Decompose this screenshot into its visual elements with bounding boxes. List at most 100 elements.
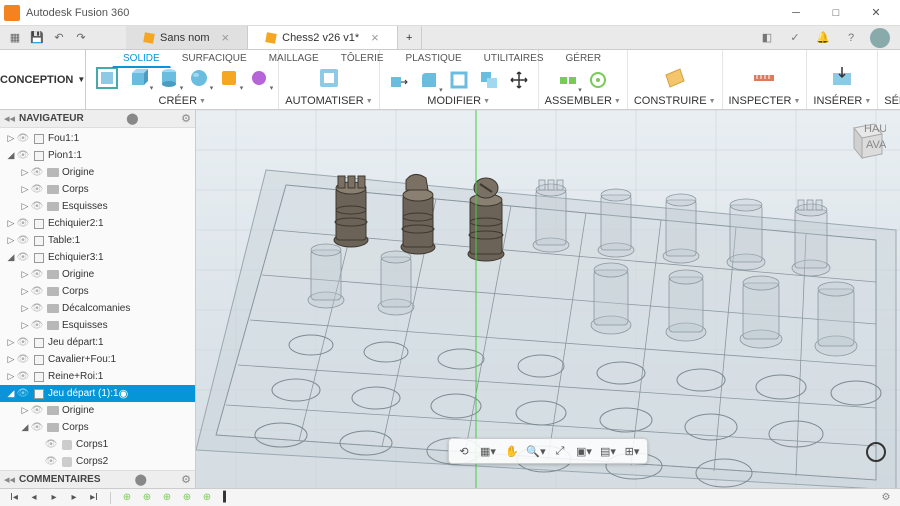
expand-icon[interactable]: ▷: [6, 354, 16, 365]
tree-row[interactable]: ▷👁Corps: [0, 283, 195, 300]
visibility-icon[interactable]: 👁: [30, 201, 44, 212]
group-label-inserer[interactable]: INSÉRER▼: [813, 93, 871, 109]
ribbon-tab-tolerie[interactable]: TÔLERIE: [330, 50, 395, 68]
visibility-icon[interactable]: 👁: [30, 184, 44, 195]
visibility-icon[interactable]: 👁: [16, 150, 30, 161]
visibility-icon[interactable]: 👁: [16, 354, 30, 365]
expand-icon[interactable]: ▷: [20, 167, 30, 178]
visibility-icon[interactable]: 👁: [16, 133, 30, 144]
visibility-icon[interactable]: 👁: [30, 405, 44, 416]
tree-row[interactable]: ▷👁Fou1:1: [0, 130, 195, 147]
visibility-icon[interactable]: 👁: [16, 218, 30, 229]
tree-row[interactable]: ▷👁Cavalier+Fou:1: [0, 351, 195, 368]
group-label-automatiser[interactable]: AUTOMATISER▼: [285, 93, 372, 109]
coil-button[interactable]: ▾: [246, 65, 272, 91]
visibility-icon[interactable]: 👁: [16, 235, 30, 246]
tree-row[interactable]: ▷👁Esquisses: [0, 198, 195, 215]
tree-row[interactable]: ▷👁Reine+Roi:1: [0, 368, 195, 385]
timeline-start-button[interactable]: I◂: [6, 491, 22, 505]
help-icon[interactable]: ?: [842, 29, 860, 47]
orbit-icon[interactable]: ⟲: [453, 441, 475, 461]
timeline-play-button[interactable]: ▸: [46, 491, 62, 505]
timeline-marker[interactable]: ▍: [219, 491, 235, 505]
close-tab-icon[interactable]: ×: [371, 30, 379, 45]
timeline-forward-button[interactable]: ▸: [66, 491, 82, 505]
comments-header[interactable]: ◂◂ COMMENTAIRES ⬤ ⚙: [0, 470, 195, 488]
visibility-icon[interactable]: 👁: [44, 439, 58, 450]
group-label-creer[interactable]: CRÉER▼: [159, 93, 206, 109]
look-icon[interactable]: ▦▾: [477, 441, 499, 461]
timeline-feature-2[interactable]: ⊕: [139, 491, 155, 505]
expand-icon[interactable]: ▷: [20, 184, 30, 195]
insert-button[interactable]: [827, 63, 857, 93]
ribbon-tab-gerer[interactable]: GÉRER: [555, 50, 613, 68]
tree-row[interactable]: ▷👁Echiquier2:1: [0, 215, 195, 232]
measure-button[interactable]: [749, 63, 779, 93]
expand-icon[interactable]: ▷: [20, 286, 30, 297]
group-label-selectionner[interactable]: SÉLECTIONNER▼: [884, 93, 900, 109]
new-tab-button[interactable]: +: [398, 26, 422, 49]
group-label-assembler[interactable]: ASSEMBLER▼: [545, 93, 621, 109]
document-tab-chess[interactable]: Chess2 v26 v1* ×: [248, 26, 398, 49]
visibility-icon[interactable]: 👁: [16, 388, 30, 399]
expand-icon[interactable]: ▷: [6, 218, 16, 229]
tree-row[interactable]: ▷👁Esquisses: [0, 317, 195, 334]
expand-icon[interactable]: ▷: [20, 269, 30, 280]
tree-row[interactable]: ◢👁Echiquier3:1: [0, 249, 195, 266]
expand-icon[interactable]: ▷: [6, 337, 16, 348]
tree-row[interactable]: ▷👁Table:1: [0, 232, 195, 249]
fit-icon[interactable]: ⤢: [549, 441, 571, 461]
workspace-switcher[interactable]: CONCEPTION▼: [0, 50, 86, 109]
visibility-icon[interactable]: 👁: [44, 456, 58, 467]
timeline-feature-4[interactable]: ⊕: [179, 491, 195, 505]
expand-icon[interactable]: ▷: [6, 371, 16, 382]
ribbon-tab-solide[interactable]: SOLIDE: [112, 50, 171, 68]
tree-row[interactable]: ◢👁Jeu départ (1):1 ◉: [0, 385, 195, 402]
as-built-joint-button[interactable]: [585, 67, 611, 93]
visibility-icon[interactable]: 👁: [30, 320, 44, 331]
expand-icon[interactable]: ◢: [6, 150, 16, 161]
expand-icon[interactable]: ◢: [6, 388, 16, 399]
tree-row[interactable]: ▷👁Origine: [0, 164, 195, 181]
viewport-icon[interactable]: ⊞▾: [621, 441, 643, 461]
maximize-button[interactable]: □: [816, 0, 856, 26]
pan-icon[interactable]: ✋: [501, 441, 523, 461]
expand-icon[interactable]: ▷: [20, 320, 30, 331]
document-tab-unsaved[interactable]: Sans nom ×: [126, 26, 248, 49]
timeline-feature-5[interactable]: ⊕: [199, 491, 215, 505]
group-label-modifier[interactable]: MODIFIER▼: [427, 93, 490, 109]
visibility-icon[interactable]: 👁: [30, 422, 44, 433]
visibility-icon[interactable]: 👁: [16, 337, 30, 348]
sphere-button[interactable]: ▾: [186, 65, 212, 91]
tree-row[interactable]: ◢👁Corps: [0, 419, 195, 436]
press-pull-button[interactable]: [386, 67, 412, 93]
model-canvas[interactable]: [196, 110, 900, 488]
display-icon[interactable]: ▣▾: [573, 441, 595, 461]
comments-gear-icon[interactable]: ⚙: [181, 473, 191, 486]
timeline-feature-3[interactable]: ⊕: [159, 491, 175, 505]
group-label-inspecter[interactable]: INSPECTER▼: [729, 93, 801, 109]
viewport[interactable]: HAUT AVANT ⟲ ▦▾ ✋ 🔍▾ ⤢ ▣▾ ▤▾ ⊞▾: [196, 110, 900, 488]
visibility-icon[interactable]: 👁: [30, 269, 44, 280]
redo-icon[interactable]: ↷: [72, 29, 90, 47]
timeline-feature-1[interactable]: ⊕: [119, 491, 135, 505]
expand-icon[interactable]: ◢: [20, 422, 30, 433]
timeline-settings-icon[interactable]: ⚙: [878, 491, 894, 505]
ribbon-tab-plastique[interactable]: PLASTIQUE: [395, 50, 473, 68]
move-button[interactable]: [506, 67, 532, 93]
minimize-button[interactable]: ─: [776, 0, 816, 26]
tree-row[interactable]: ▷👁Corps: [0, 181, 195, 198]
undo-icon[interactable]: ↶: [50, 29, 68, 47]
close-button[interactable]: ✕: [856, 0, 896, 26]
expand-icon[interactable]: ▷: [20, 303, 30, 314]
visibility-icon[interactable]: 👁: [30, 286, 44, 297]
expand-icon[interactable]: ▷: [6, 133, 16, 144]
shell-button[interactable]: [446, 67, 472, 93]
close-tab-icon[interactable]: ×: [222, 30, 230, 45]
visibility-icon[interactable]: 👁: [30, 167, 44, 178]
expand-icon[interactable]: ▷: [20, 405, 30, 416]
tree-row[interactable]: 👁Corps1: [0, 436, 195, 453]
tree-row[interactable]: ▷👁Origine: [0, 402, 195, 419]
construct-plane-button[interactable]: [660, 63, 690, 93]
zoom-icon[interactable]: 🔍▾: [525, 441, 547, 461]
